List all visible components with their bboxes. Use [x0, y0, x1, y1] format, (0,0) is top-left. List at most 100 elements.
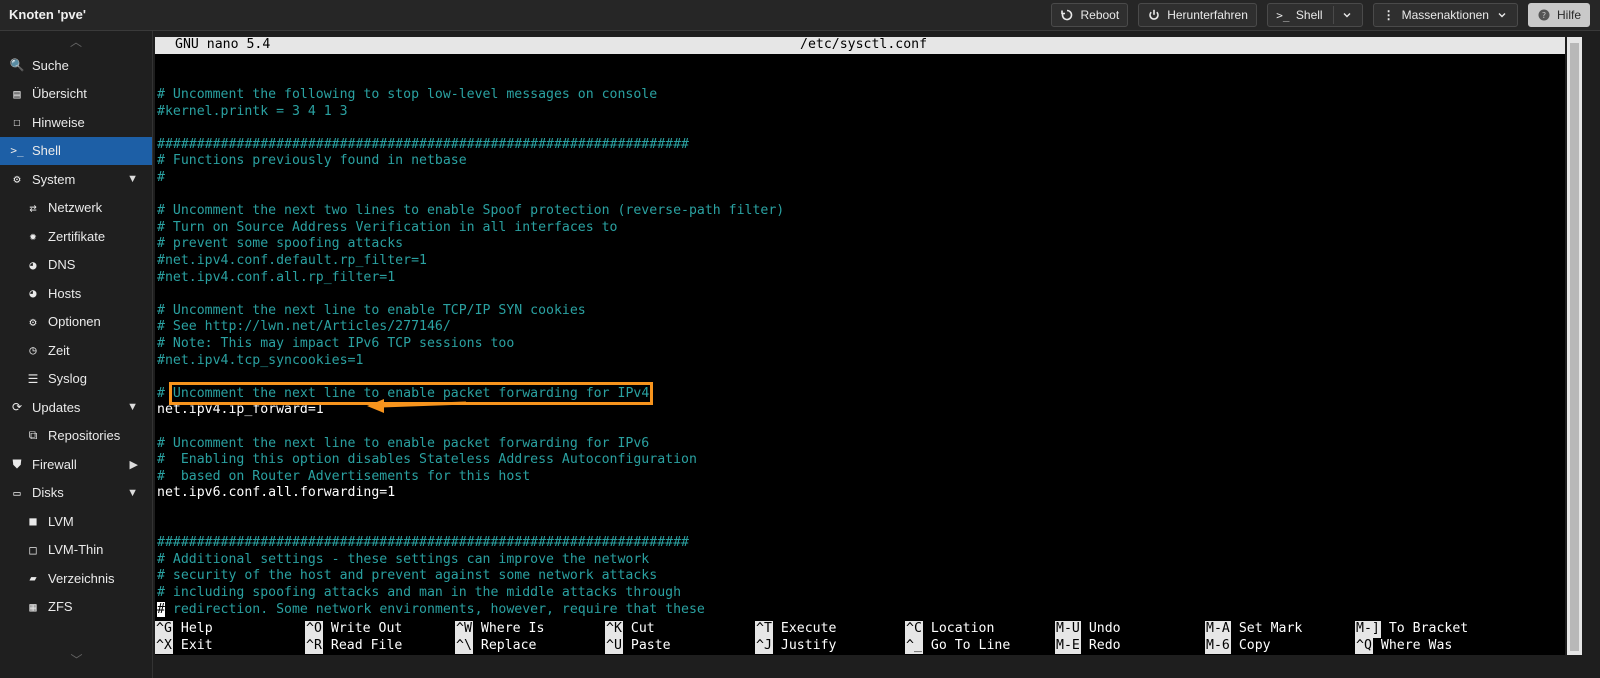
sidebar-item-zeit[interactable]: ◷ Zeit: [0, 336, 152, 365]
shortcut-item[interactable]: M-6 Copy: [1205, 637, 1355, 655]
editor-line[interactable]: # including spoofing attacks and man in …: [155, 585, 1565, 602]
editor-line[interactable]: # Additional settings - these settings c…: [155, 552, 1565, 569]
editor-line[interactable]: # See http://lwn.net/Articles/277146/: [155, 319, 1565, 336]
editor-line[interactable]: [155, 286, 1565, 303]
sidebar-item-label: Repositories: [48, 428, 121, 444]
editor-line[interactable]: [155, 502, 1565, 519]
sidebar-item-zfs[interactable]: ▦ ZFS: [0, 593, 152, 622]
sidebar-item-firewall[interactable]: ⛊ Firewall ▶: [0, 450, 152, 479]
reboot-button[interactable]: Reboot: [1051, 3, 1129, 27]
editor-line[interactable]: # Uncomment the next two lines to enable…: [155, 203, 1565, 220]
editor-line[interactable]: #: [155, 170, 1565, 187]
shortcut-item[interactable]: ^X Exit: [155, 637, 305, 655]
sidebar-item-zertifikate[interactable]: ✹ Zertifikate: [0, 222, 152, 251]
sidebar-item-netzwerk[interactable]: ⇄ Netzwerk: [0, 194, 152, 223]
sidebar-item-verzeichnis[interactable]: ▰ Verzeichnis: [0, 564, 152, 593]
editor-line[interactable]: # Enabling this option disables Stateles…: [155, 452, 1565, 469]
editor-line[interactable]: [155, 419, 1565, 436]
shortcut-item[interactable]: ^C Location: [905, 621, 1055, 638]
shortcut-item[interactable]: ^\ Replace: [455, 637, 605, 655]
editor-line[interactable]: # Uncomment the next line to enable pack…: [155, 381, 1565, 405]
editor-line[interactable]: # Uncomment the following to stop low-le…: [155, 87, 1565, 104]
shortcut-item[interactable]: ^G Help: [155, 621, 305, 638]
sidebar-item-shell[interactable]: >_ Shell: [0, 136, 152, 165]
scrollbar-thumb[interactable]: [1570, 43, 1579, 651]
editor-line[interactable]: net.ipv4.ip_forward=1: [155, 402, 1565, 419]
shortcut-item[interactable]: M-U Undo: [1055, 621, 1205, 638]
shortcut-item[interactable]: ^T Execute: [755, 621, 905, 638]
sidebar-scroll-up[interactable]: ︿: [0, 31, 152, 51]
sidebar-item-suche[interactable]: 🔍 Suche: [0, 51, 152, 80]
editor-line[interactable]: # security of the host and prevent again…: [155, 568, 1565, 585]
shortcut-item[interactable]: M-] To Bracket: [1355, 621, 1505, 638]
sidebar-item-disks[interactable]: ▭ Disks ▼: [0, 479, 152, 508]
shortcut-item[interactable]: ^O Write Out: [305, 621, 455, 638]
sidebar-item-hinweise[interactable]: ☐ Hinweise: [0, 108, 152, 137]
sidebar-item-übersicht[interactable]: ▤ Übersicht: [0, 80, 152, 109]
chevron-down-icon[interactable]: ▼: [127, 173, 138, 185]
chevron-down-icon: [1495, 8, 1509, 22]
chevron-down-icon[interactable]: ▼: [127, 401, 138, 413]
shortcut-key: ^T: [755, 621, 773, 638]
editor-line[interactable]: # prevent some spoofing attacks: [155, 236, 1565, 253]
sidebar-item-repositories[interactable]: ⧉ Repositories: [0, 422, 152, 451]
chevron-down-icon[interactable]: ▼: [127, 487, 138, 499]
editor-line[interactable]: # Uncomment the next line to enable TCP/…: [155, 303, 1565, 320]
chevron-right-icon[interactable]: ▶: [130, 458, 138, 471]
shortcut-label: Location: [930, 621, 995, 636]
shutdown-button[interactable]: Herunterfahren: [1138, 3, 1257, 27]
line-text: # Uncomment the next two lines to enable…: [157, 203, 785, 219]
terminal[interactable]: GNU nano 5.4 /etc/sysctl.conf # Uncommen…: [155, 37, 1565, 655]
sidebar-scroll-down[interactable]: ﹀: [0, 651, 152, 668]
editor-line[interactable]: # Functions previously found in netbase: [155, 153, 1565, 170]
shortcut-item[interactable]: ^_ Go To Line: [905, 637, 1055, 655]
shortcut-item[interactable]: M-E Redo: [1055, 637, 1205, 655]
sidebar-item-syslog[interactable]: ☰ Syslog: [0, 365, 152, 394]
editor-line[interactable]: # redirection. Some network environments…: [155, 601, 1565, 619]
editor-line[interactable]: # Note: This may impact IPv6 TCP session…: [155, 336, 1565, 353]
editor-line[interactable]: # Turn on Source Address Verification in…: [155, 220, 1565, 237]
editor-line[interactable]: #net.ipv4.conf.all.rp_filter=1: [155, 270, 1565, 287]
shortcut-item[interactable]: ^K Cut: [605, 621, 755, 638]
sidebar-item-lvm-thin[interactable]: □ LVM-Thin: [0, 536, 152, 565]
editor-line[interactable]: # based on Router Advertisements for thi…: [155, 469, 1565, 486]
editor-line[interactable]: ########################################…: [155, 137, 1565, 154]
sidebar-item-label: Verzeichnis: [48, 570, 115, 586]
sidebar-item-lvm[interactable]: ■ LVM: [0, 507, 152, 536]
editor-content[interactable]: # Uncomment the following to stop low-le…: [155, 54, 1565, 619]
terminal-scrollbar[interactable]: [1567, 37, 1582, 655]
shutdown-label: Herunterfahren: [1167, 8, 1248, 22]
shell-button[interactable]: >_ Shell: [1266, 3, 1363, 27]
editor-line[interactable]: [155, 71, 1565, 88]
chevron-down-icon[interactable]: [1340, 8, 1354, 22]
sidebar-item-label: Disks: [32, 485, 64, 501]
sidebar-item-hosts[interactable]: ◕ Hosts: [0, 279, 152, 308]
shortcut-label: Copy: [1238, 637, 1271, 653]
editor-line[interactable]: #net.ipv4.tcp_syncookies=1: [155, 353, 1565, 370]
sidebar-item-label: Shell: [32, 143, 61, 159]
sidebar-item-optionen[interactable]: ⚙ Optionen: [0, 308, 152, 337]
sidebar-item-dns[interactable]: ◕ DNS: [0, 251, 152, 280]
editor-line[interactable]: [155, 369, 1565, 386]
sidebar-item-system[interactable]: ⚙ System ▼: [0, 165, 152, 194]
editor-line[interactable]: net.ipv6.conf.all.forwarding=1: [155, 485, 1565, 502]
bulk-actions-button[interactable]: ⋮ Massenaktionen: [1372, 3, 1518, 27]
shortcut-item[interactable]: M-A Set Mark: [1205, 621, 1355, 638]
sidebar-item-updates[interactable]: ⟳ Updates ▼: [0, 393, 152, 422]
power-icon: [1147, 8, 1161, 22]
shortcut-item[interactable]: ^W Where Is: [455, 621, 605, 638]
shortcut-item[interactable]: ^Q Where Was: [1355, 637, 1505, 655]
editor-line[interactable]: # Uncomment the next line to enable pack…: [155, 436, 1565, 453]
shortcut-item[interactable]: ^R Read File: [305, 637, 455, 655]
editor-line[interactable]: [155, 120, 1565, 137]
line-text: # security of the host and prevent again…: [157, 568, 658, 584]
editor-line[interactable]: #kernel.printk = 3 4 1 3: [155, 104, 1565, 121]
editor-line[interactable]: ########################################…: [155, 535, 1565, 552]
editor-line[interactable]: [155, 519, 1565, 536]
editor-line[interactable]: #net.ipv4.conf.default.rp_filter=1: [155, 253, 1565, 270]
editor-line[interactable]: [155, 187, 1565, 204]
shortcut-item[interactable]: ^J Justify: [755, 637, 905, 655]
line-text: #kernel.printk = 3 4 1 3: [157, 103, 348, 119]
help-button[interactable]: ? Hilfe: [1527, 3, 1590, 27]
shortcut-item[interactable]: ^U Paste: [605, 637, 755, 655]
